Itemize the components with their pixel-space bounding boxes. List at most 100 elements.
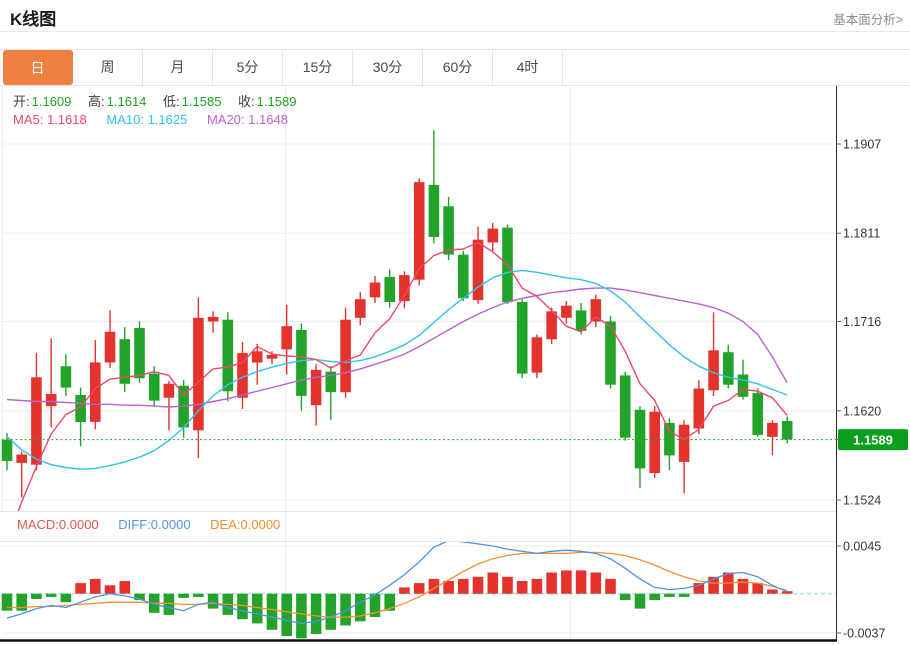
- macd-bar: [738, 579, 749, 594]
- ma5-value: 1.1618: [47, 112, 87, 127]
- candle: [46, 394, 57, 406]
- macd-bar: [355, 594, 366, 622]
- candle: [752, 393, 763, 435]
- candle: [649, 412, 660, 473]
- price-tick-label: 1.1620: [843, 404, 881, 418]
- kline-page: K线图 基本面分析> 日 周 月 5分 15分 30分 60分 4时 1.190…: [0, 0, 910, 645]
- macd-bar: [679, 594, 690, 597]
- macd-bar: [620, 594, 631, 600]
- candle: [370, 283, 381, 298]
- low-label: 低:: [163, 94, 180, 109]
- candle: [311, 370, 322, 405]
- current-price-text: 1.1589: [853, 432, 893, 447]
- candle: [443, 206, 454, 254]
- candle: [2, 440, 13, 461]
- price-tick-label: 1.1716: [843, 315, 881, 329]
- candles-panel: [2, 130, 836, 541]
- macd-bar: [267, 594, 278, 630]
- candle: [782, 421, 793, 440]
- macd-bar: [340, 594, 351, 626]
- macd-bar: [576, 570, 587, 593]
- candle: [561, 306, 572, 318]
- macd-bar: [443, 581, 454, 594]
- macd-bar: [326, 594, 337, 630]
- candle: [193, 318, 204, 431]
- candle: [252, 351, 263, 362]
- candle: [591, 299, 602, 321]
- candle: [296, 330, 307, 396]
- candle: [149, 374, 160, 401]
- ohlc-legend: 开:1.1609 高:1.1614 低:1.1585 收:1.1589: [13, 91, 309, 110]
- macd-bar: [561, 570, 572, 593]
- candle: [635, 410, 646, 469]
- high-label: 高:: [88, 94, 105, 109]
- macd-panel: [2, 541, 836, 639]
- macd-bar: [532, 579, 543, 594]
- candle: [223, 320, 234, 392]
- candle: [473, 240, 484, 300]
- macd-bar: [767, 590, 778, 594]
- high-value: 1.1614: [107, 94, 147, 109]
- candle: [620, 375, 631, 437]
- macd-bar: [458, 579, 469, 594]
- candle: [738, 375, 749, 397]
- open-value: 1.1609: [32, 94, 72, 109]
- ma-legend: MA5: 1.1618 MA10: 1.1625 MA20: 1.1648: [13, 112, 288, 127]
- candle: [605, 322, 616, 385]
- macd-bar: [752, 583, 763, 594]
- macd-bar: [105, 585, 116, 594]
- diff-label: DIFF:: [118, 517, 151, 532]
- candle: [281, 326, 292, 349]
- ma5-label: MA5:: [13, 112, 43, 127]
- macd-tick-label: 0.0045: [843, 540, 881, 554]
- macd-bar: [31, 594, 42, 599]
- candle: [61, 366, 72, 387]
- candle: [429, 185, 440, 237]
- macd-bar: [649, 594, 660, 600]
- candle: [488, 229, 499, 243]
- price-tick-label: 1.1524: [843, 494, 881, 508]
- dea-value: 0.0000: [241, 517, 281, 532]
- macd-bar: [75, 583, 86, 594]
- candle: [16, 455, 27, 463]
- macd-bar: [635, 594, 646, 609]
- macd-bar: [546, 573, 557, 594]
- open-label: 开:: [13, 94, 30, 109]
- candle: [105, 332, 116, 363]
- macd-bar: [414, 583, 425, 594]
- macd-bar: [46, 594, 57, 597]
- candle: [517, 302, 528, 374]
- macd-bar: [488, 573, 499, 594]
- candle: [458, 255, 469, 299]
- macd-label: MACD:: [17, 517, 59, 532]
- ma20-value: 1.1648: [248, 112, 288, 127]
- macd-bar: [311, 594, 322, 634]
- low-value: 1.1585: [182, 94, 222, 109]
- candle: [355, 299, 366, 318]
- candle: [164, 384, 175, 398]
- macd-value: 0.0000: [59, 517, 99, 532]
- candle: [134, 328, 145, 378]
- diff-value: 0.0000: [151, 517, 191, 532]
- macd-bar: [605, 579, 616, 594]
- ma10-value: 1.1625: [148, 112, 188, 127]
- macd-bar: [281, 594, 292, 636]
- macd-bar: [517, 581, 528, 594]
- macd-bar: [591, 573, 602, 594]
- macd-bar: [502, 577, 513, 594]
- macd-bar: [473, 577, 484, 594]
- candle: [340, 320, 351, 393]
- candle: [767, 423, 778, 437]
- candle: [31, 377, 42, 464]
- candle: [679, 425, 690, 462]
- candle: [532, 337, 543, 372]
- candle: [208, 317, 219, 322]
- macd-bar: [90, 579, 101, 594]
- price-tick-label: 1.1907: [843, 138, 881, 152]
- macd-bar: [164, 594, 175, 615]
- close-label: 收:: [238, 94, 255, 109]
- candle: [708, 350, 719, 390]
- macd-bar: [296, 594, 307, 639]
- ma20-label: MA20:: [207, 112, 245, 127]
- dea-label: DEA:: [210, 517, 240, 532]
